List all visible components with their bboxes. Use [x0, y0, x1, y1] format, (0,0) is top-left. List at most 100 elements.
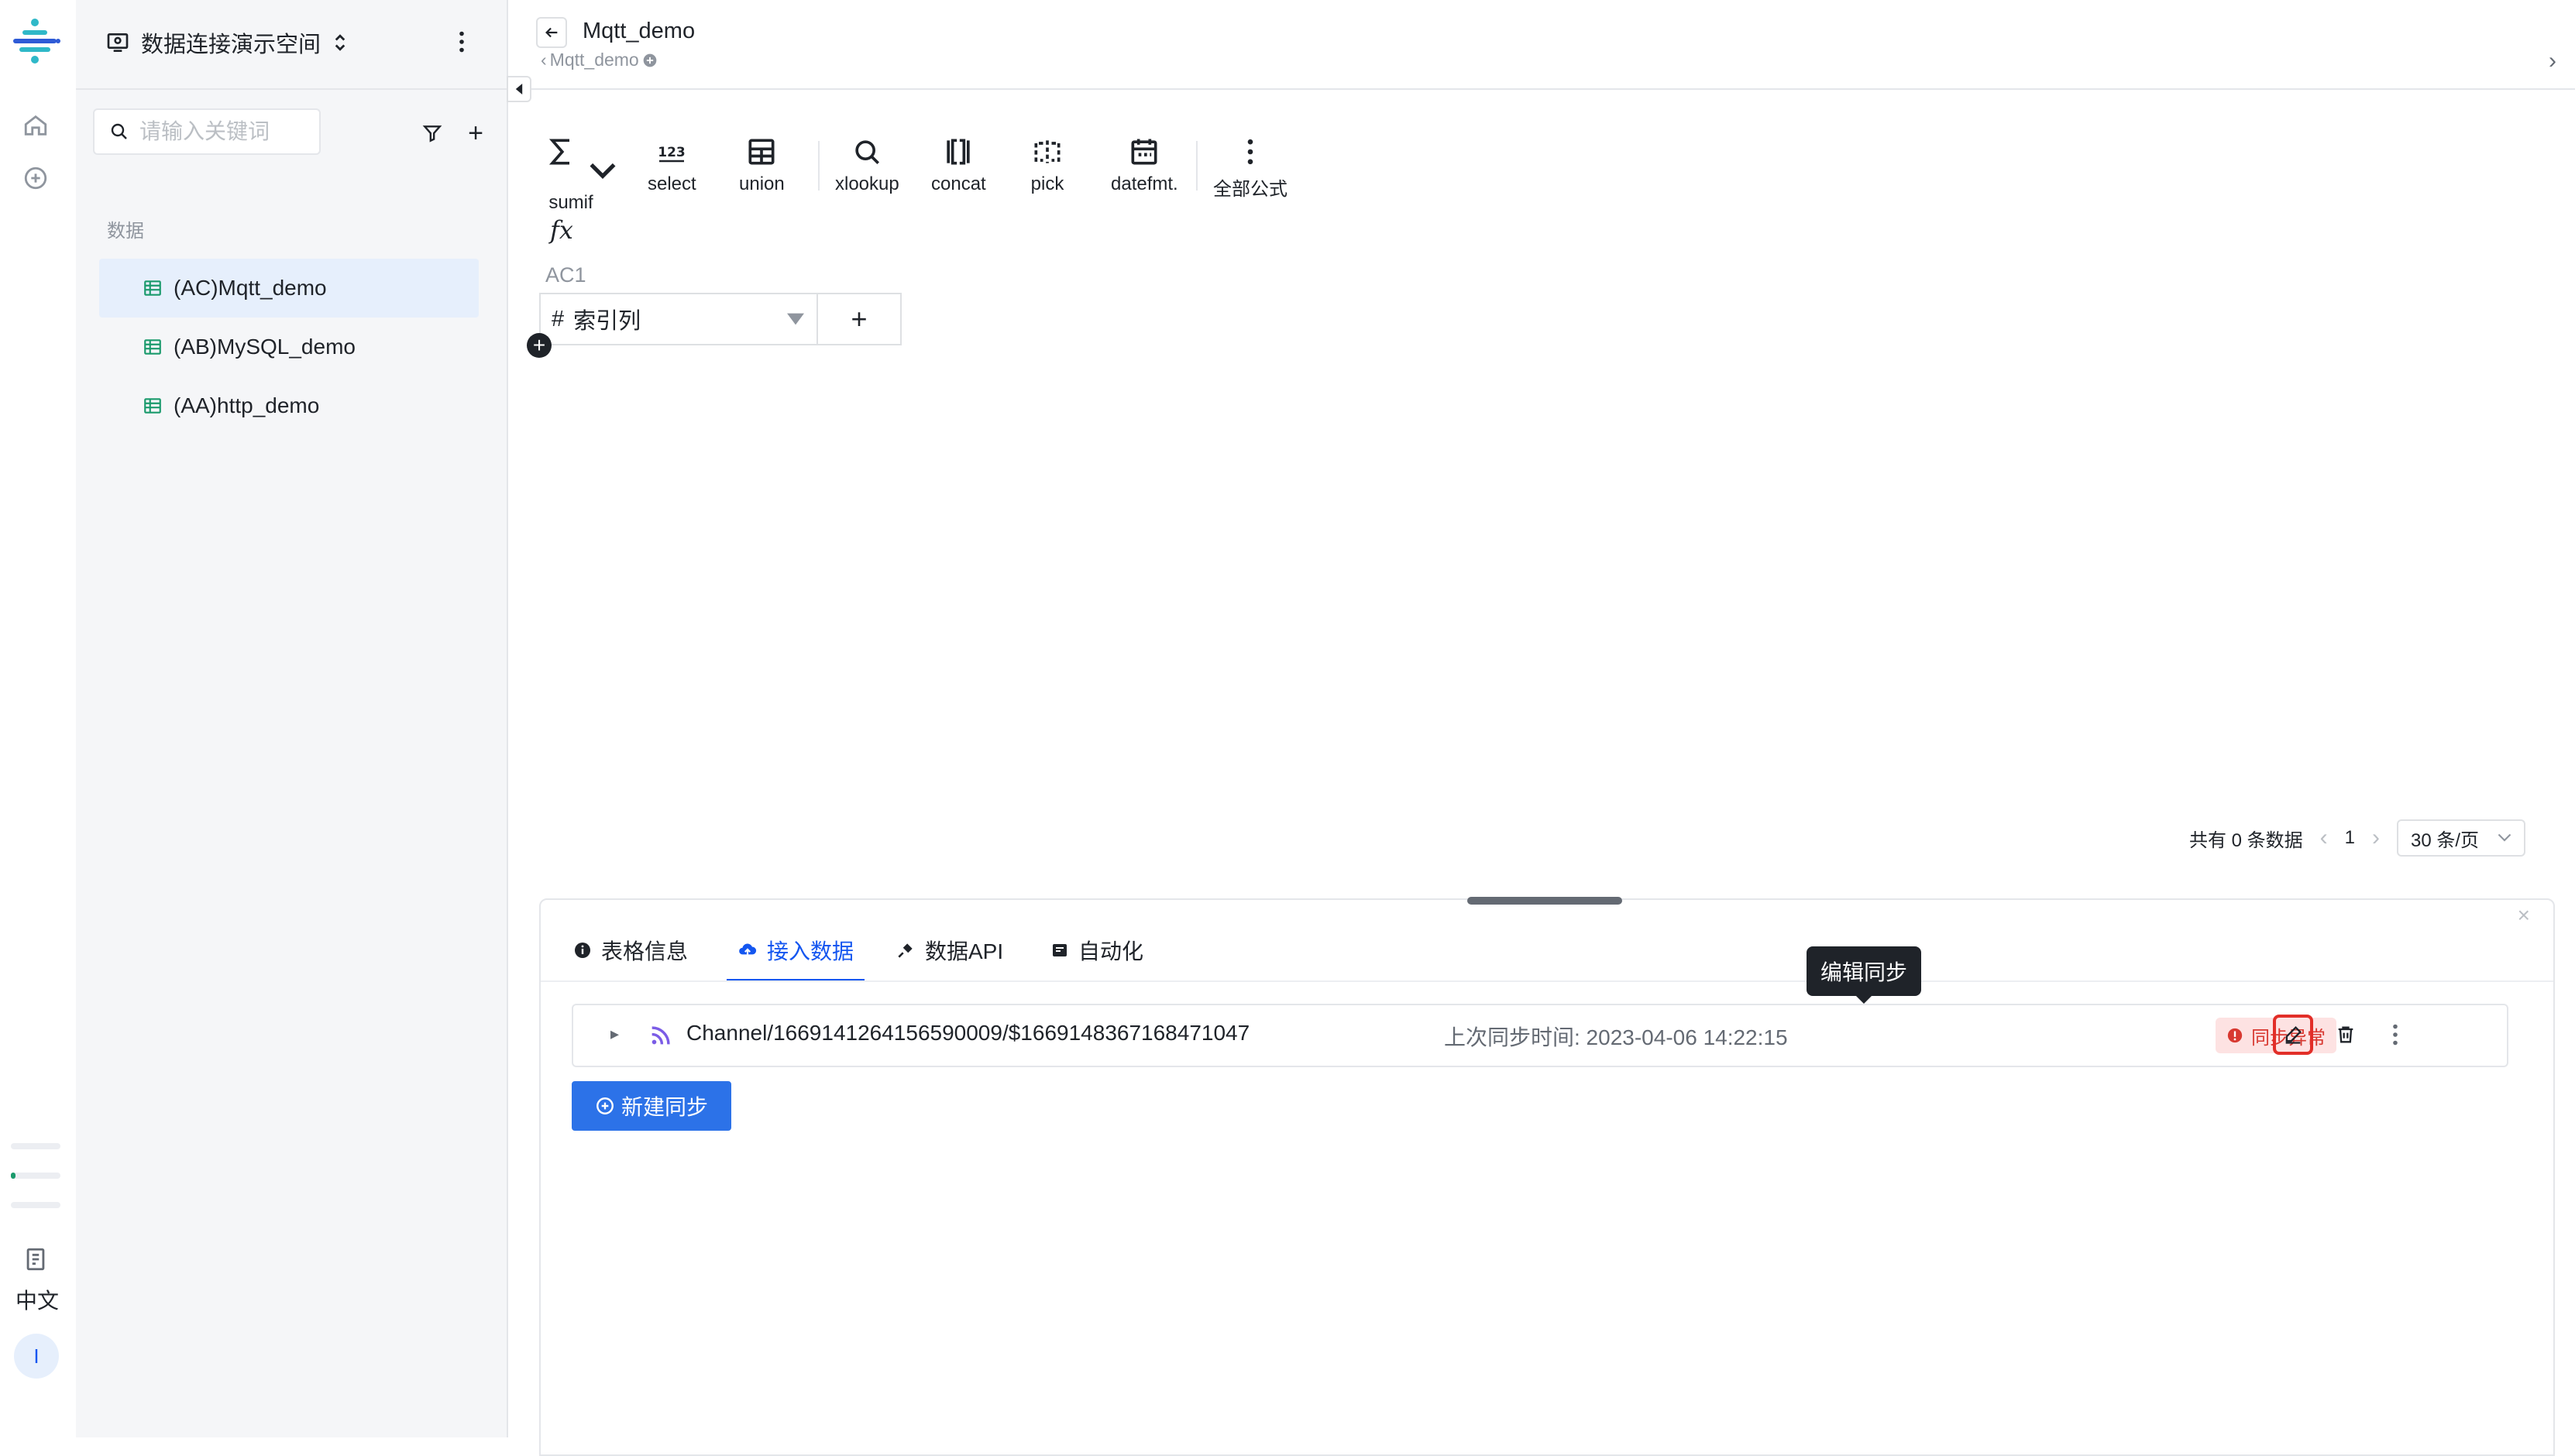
chevron-down-icon[interactable]: [586, 153, 620, 187]
add-row-icon[interactable]: +: [527, 333, 552, 358]
breadcrumb[interactable]: ‹ Mqtt_demo: [541, 50, 658, 70]
sidebar-item-mqtt-demo[interactable]: (AC)Mqtt_demo: [99, 259, 479, 318]
chevron-updown-icon: [335, 34, 346, 51]
panel-resize-handle[interactable]: [1467, 897, 1622, 905]
tab-label: 数据API: [925, 939, 1004, 963]
next-page-icon[interactable]: ›: [2372, 825, 2380, 851]
table-icon: [143, 278, 163, 298]
sync-channel: Channel/1669141264156590009/$16691483671…: [686, 1021, 1250, 1045]
workspace-switcher[interactable]: 数据连接演示空间: [105, 23, 349, 62]
tab-table-info[interactable]: 表格信息: [573, 922, 688, 979]
tool-datefmt[interactable]: datefmt.: [1111, 135, 1178, 195]
error-icon: [2227, 1028, 2243, 1043]
home-icon[interactable]: [19, 108, 53, 143]
tool-label: datefmt.: [1111, 173, 1178, 194]
new-sync-button[interactable]: 新建同步: [572, 1081, 732, 1131]
chevron-right-icon[interactable]: ›: [2549, 48, 2556, 74]
filter-icon[interactable]: [417, 118, 448, 149]
divider: [76, 88, 507, 90]
tool-union[interactable]: union: [739, 135, 785, 195]
tab-automation[interactable]: 自动化: [1050, 922, 1143, 979]
main-area: Mqtt_demo ‹ Mqtt_demo › sumif 123 select…: [507, 0, 2575, 1456]
collapse-sidebar-button[interactable]: [507, 76, 531, 102]
tool-label: select: [648, 173, 696, 194]
current-page[interactable]: 1: [2345, 827, 2355, 849]
add-column-button[interactable]: +: [817, 293, 902, 345]
cloud-upload-icon: [739, 943, 757, 956]
search-box[interactable]: [93, 108, 321, 155]
tab-data-ingest[interactable]: 接入数据: [727, 922, 865, 982]
column-header-label: 索引列: [573, 309, 641, 334]
tool-label: concat: [931, 173, 986, 194]
tab-data-api[interactable]: 数据API: [896, 922, 1003, 979]
rss-icon: [651, 1026, 670, 1045]
search-input[interactable]: [138, 118, 319, 145]
tool-label: 全部公式: [1213, 179, 1288, 200]
search-icon: [111, 123, 127, 139]
total-count: 共有 0 条数据: [2188, 829, 2303, 851]
number-icon: 123: [658, 145, 686, 163]
tool-label: pick: [1030, 173, 1064, 194]
back-button[interactable]: [536, 17, 567, 48]
tool-pick[interactable]: pick: [1030, 135, 1064, 195]
tab-divider: [541, 980, 2553, 982]
toolbar-divider: [1196, 141, 1198, 191]
app-logo-icon[interactable]: [8, 14, 62, 68]
page-size-value: 30 条/页: [2411, 829, 2480, 851]
plug-icon: [898, 943, 913, 958]
rail-bar-active: [11, 1173, 60, 1179]
tab-label: 表格信息: [601, 939, 689, 963]
caret-down-icon[interactable]: [787, 313, 804, 325]
last-sync-time: 上次同步时间: 2023-04-06 14:22:15: [1444, 1025, 1788, 1049]
workspace-more-icon[interactable]: [446, 26, 477, 57]
cell-reference: AC1: [545, 263, 586, 287]
workspace-title: 数据连接演示空间: [141, 33, 321, 57]
tool-xlookup[interactable]: xlookup: [835, 135, 899, 195]
sidebar-item-label: (AA)http_demo: [174, 393, 320, 417]
avatar[interactable]: I: [14, 1334, 59, 1379]
sidebar-item-http-demo[interactable]: (AA)http_demo: [99, 376, 479, 435]
sync-row[interactable]: ▸ Channel/1669141264156590009/$166914836…: [572, 1004, 2508, 1067]
tool-label: union: [739, 173, 785, 194]
breadcrumb-label: Mqtt_demo: [549, 50, 639, 70]
new-sync-label: 新建同步: [621, 1095, 709, 1119]
tool-all-formulas[interactable]: 全部公式: [1213, 135, 1288, 201]
add-circle-icon[interactable]: [19, 161, 53, 195]
add-circle-icon[interactable]: [642, 53, 658, 68]
tool-concat[interactable]: concat: [931, 135, 986, 195]
fx-icon[interactable]: fx: [550, 215, 573, 245]
hash-icon: #: [552, 306, 565, 331]
document-icon[interactable]: [19, 1242, 53, 1276]
delete-sync-button[interactable]: [2326, 1015, 2366, 1055]
svg-text:123: 123: [658, 145, 686, 160]
tool-sumif[interactable]: sumif: [544, 135, 620, 214]
toolbar-divider: [818, 141, 820, 191]
pagination: 共有 0 条数据 ‹ 1 › 30 条/页: [2189, 819, 2525, 857]
arrow-left-icon: [545, 27, 558, 38]
edit-sync-button[interactable]: [2273, 1015, 2313, 1055]
table-icon: [143, 337, 163, 357]
tool-label: xlookup: [835, 173, 899, 194]
icon-rail: 中文 I: [0, 0, 77, 1437]
tool-select[interactable]: 123 select: [648, 135, 696, 195]
section-label: 数据: [107, 221, 144, 242]
expand-icon[interactable]: ▸: [610, 1024, 619, 1044]
chevron-left-icon: ‹: [541, 50, 547, 70]
tab-label: 自动化: [1078, 939, 1144, 963]
rail-bar: [11, 1202, 60, 1208]
page-size-select[interactable]: 30 条/页: [2397, 819, 2525, 857]
language-switch[interactable]: 中文: [0, 1284, 74, 1315]
add-table-icon[interactable]: +: [460, 118, 491, 149]
bottom-panel: × 表格信息 接入数据 数据API 自动化 ▸ Channel/16691412…: [539, 898, 2555, 1456]
info-icon: [575, 943, 590, 958]
prev-page-icon[interactable]: ‹: [2320, 825, 2328, 851]
sync-more-icon[interactable]: [2375, 1015, 2415, 1055]
tool-label: sumif: [548, 192, 593, 213]
close-icon[interactable]: ×: [2518, 903, 2530, 928]
chevron-down-icon: [2498, 833, 2511, 842]
sidebar-item-mysql-demo[interactable]: (AB)MySQL_demo: [99, 318, 479, 376]
edit-icon: [2285, 1026, 2302, 1044]
column-header[interactable]: # 索引列: [539, 293, 818, 345]
search-icon: [855, 140, 880, 164]
calendar-icon: [1131, 139, 1157, 165]
